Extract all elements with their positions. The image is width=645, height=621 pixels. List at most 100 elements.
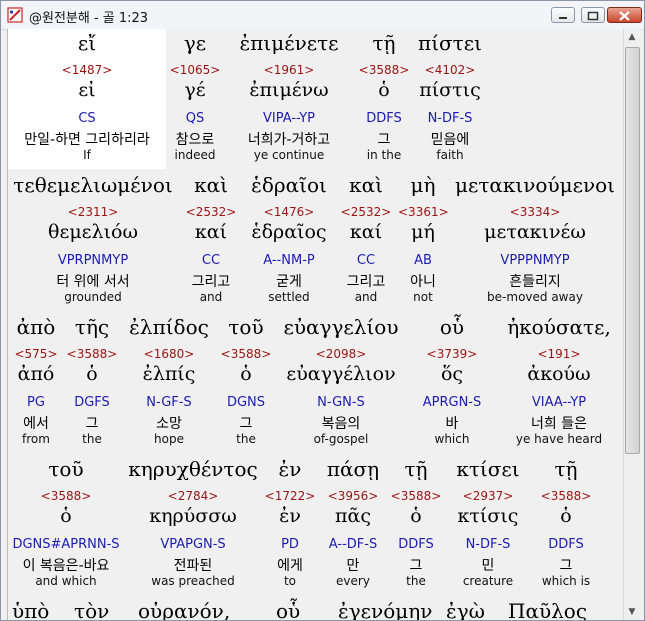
token-kor: 만	[346, 558, 360, 574]
token-eng: faith	[436, 148, 464, 162]
token-num: <3588>	[66, 347, 118, 361]
token-kor: 에서	[23, 416, 49, 432]
word-token[interactable]: ἑδραῖοι <1476> ἑδραῖος A--NM-P 굳게 settled	[244, 171, 334, 311]
token-num: <3739>	[426, 347, 478, 361]
token-eng: settled	[268, 290, 310, 304]
token-lemma: εἰ	[78, 79, 96, 101]
token-greek: ἐπιμένετε	[239, 31, 339, 55]
token-greek: εὐαγγελίου	[283, 315, 399, 339]
token-greek: τῇ	[372, 31, 396, 55]
word-token[interactable]: καὶ <2532> καί CC 그리고 and	[178, 171, 244, 311]
token-num: <3588>	[390, 489, 442, 503]
token-num: <4102>	[424, 63, 476, 77]
word-token[interactable]: γε <1065> γέ QS 참으로 indeed	[166, 29, 224, 169]
token-greek: τῆς	[74, 315, 110, 339]
token-num: <1476>	[263, 205, 315, 219]
token-num: <3588>	[358, 63, 410, 77]
token-kor: 아니	[410, 274, 436, 290]
word-token[interactable]: κηρυχθέντος <2784> κηρύσσω VPAPGN-S 전파된 was p…	[124, 455, 262, 595]
word-token[interactable]: ἀπὸ <575> ἀπό PG 에서 from	[8, 313, 64, 453]
token-eng: and	[199, 290, 223, 304]
token-greek: οὗ	[439, 315, 465, 339]
token-lemma: ἐλπίς	[142, 363, 196, 385]
token-num: <2098>	[315, 347, 367, 361]
token-kor: 전파된	[173, 558, 213, 574]
token-eng: the	[82, 432, 102, 446]
scroll-up-icon[interactable]: ▲	[624, 29, 640, 45]
token-greek: τῇ	[404, 457, 428, 481]
token-num: <1065>	[169, 63, 221, 77]
maximize-icon	[587, 11, 599, 21]
partial-greek-word: οὗ	[276, 599, 301, 621]
token-eng: If	[83, 148, 91, 162]
token-parse: DGNS#APRNN-S	[12, 537, 120, 552]
token-kor: 그리고	[346, 274, 386, 290]
token-parse: VPAPGN-S	[160, 537, 226, 552]
interlinear-view[interactable]: εἴ <1487> εἰ CS 만일-하면 그리하리라 If γε <1065> γέ QS 참으로…	[7, 29, 624, 621]
word-token[interactable]: οὗ <3739> ὅς APRGN-S 바 which	[408, 313, 496, 453]
token-lemma: καί	[194, 221, 228, 243]
token-num: <3588>	[540, 489, 592, 503]
minimize-button[interactable]	[551, 7, 575, 23]
word-token[interactable]: τοῦ <3588> ὁ DGNS#APRNN-S 이 복음은-바요 and which	[8, 455, 124, 595]
token-parse: PG	[27, 395, 45, 410]
token-num: <191>	[537, 347, 581, 361]
token-eng: creature	[462, 574, 514, 588]
token-lemma: ἐπιμένω	[249, 79, 329, 101]
scroll-down-icon[interactable]: ▼	[624, 604, 640, 620]
token-eng: which is	[541, 574, 591, 588]
token-parse: N-GF-S	[146, 395, 192, 410]
word-token[interactable]: εἴ <1487> εἰ CS 만일-하면 그리하리라 If	[8, 29, 166, 169]
token-kor: 이 복음은-바요	[22, 558, 110, 574]
close-button[interactable]	[607, 7, 642, 23]
word-token[interactable]: πάσῃ <3956> πᾶς A--DF-S 만 every	[318, 455, 388, 595]
word-token[interactable]: ἐν <1722> ἐν PD 에게 to	[262, 455, 318, 595]
token-lemma: ὁ	[86, 363, 98, 385]
word-token[interactable]: καὶ <2532> καί CC 그리고 and	[334, 171, 398, 311]
token-greek: ἑδραῖοι	[251, 173, 327, 197]
token-lemma: κηρύσσω	[149, 505, 237, 527]
token-lemma: ὁ	[378, 79, 390, 101]
token-kor: 그	[85, 416, 99, 432]
vertical-scrollbar[interactable]: ▲ ▼	[623, 29, 641, 620]
title-bar[interactable]: @원전분해 - 골 1:23	[1, 1, 644, 30]
word-token[interactable]: τοῦ <3588> ὁ DGNS 그 the	[218, 313, 274, 453]
token-lemma: ὁ	[410, 505, 422, 527]
token-eng: and	[354, 290, 378, 304]
app-window: @원전분해 - 골 1:23 εἴ <1487> εἰ CS 만일-하면 그리하리라 If…	[0, 0, 645, 621]
token-kor: 민	[481, 558, 495, 574]
word-token[interactable]: ἠκούσατε, <191> ἀκούω VIAA--YP 너희 들은 ye have …	[496, 313, 622, 453]
token-parse: DGFS	[74, 395, 110, 410]
token-lemma: ἀκούω	[527, 363, 591, 385]
token-eng: was preached	[151, 574, 235, 588]
token-lemma: θεμελιόω	[48, 221, 138, 243]
token-greek: γε	[183, 31, 207, 55]
word-token[interactable]: τῇ <3588> ὁ DDFS 그 which is	[532, 455, 600, 595]
word-token[interactable]: εὐαγγελίου <2098> εὐαγγέλιον N-GN-S 복음의 of-go…	[274, 313, 408, 453]
token-eng: indeed	[174, 148, 216, 162]
word-token[interactable]: ἐπιμένετε <1961> ἐπιμένω VIPA--YP 너희가-거하고 ye …	[224, 29, 354, 169]
token-num: <1722>	[264, 489, 316, 503]
word-token[interactable]: κτίσει <2937> κτίσις N-DF-S 민 creature	[444, 455, 532, 595]
maximize-button[interactable]	[581, 7, 605, 23]
word-token[interactable]: τῆς <3588> ὁ DGFS 그 the	[64, 313, 120, 453]
token-lemma: ὁ	[60, 505, 72, 527]
token-parse: N-DF-S	[465, 537, 511, 552]
word-token[interactable]: τῇ <3588> ὁ DDFS 그 the	[388, 455, 444, 595]
word-token[interactable]: μετακινούμενοι <3334> μετακινέω VPPPNMYP 흔들리…	[448, 171, 622, 311]
token-eng: from	[22, 432, 50, 446]
token-kor: 흔들리지	[509, 274, 561, 290]
token-lemma: γέ	[184, 79, 206, 101]
token-eng: grounded	[64, 290, 122, 304]
word-token[interactable]: μὴ <3361> μή AB 아니 not	[398, 171, 449, 311]
token-greek: τῇ	[554, 457, 578, 481]
word-token[interactable]: τῇ <3588> ὁ DDFS 그 in the	[354, 29, 414, 169]
scroll-thumb[interactable]	[625, 47, 640, 454]
word-token[interactable]: πίστει <4102> πίστις N-DF-S 믿음에 faith	[414, 29, 486, 169]
minimize-icon	[559, 17, 567, 19]
window-title: @원전분해 - 골 1:23	[29, 11, 149, 26]
word-token[interactable]: ἐλπίδος <1680> ἐλπίς N-GF-S 소망 hope	[120, 313, 218, 453]
token-parse: PD	[281, 537, 299, 552]
word-token[interactable]: τεθεμελιωμένοι <2311> θεμελιόω VPRPNMYP 터 위에…	[8, 171, 178, 311]
token-greek: μὴ	[410, 173, 436, 197]
